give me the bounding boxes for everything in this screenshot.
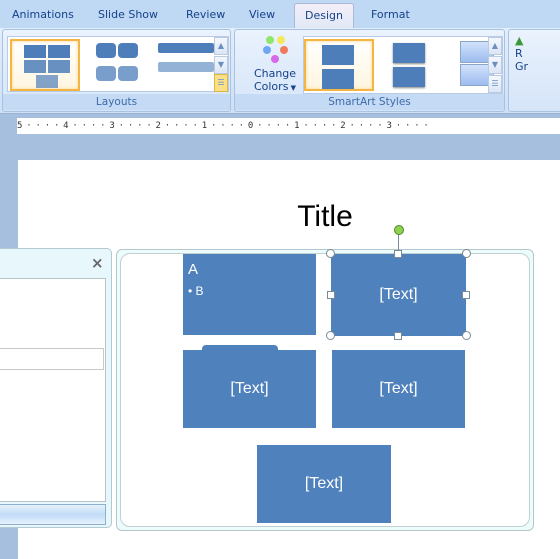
text-entry-field[interactable]: [0, 348, 104, 370]
resize-handle-t[interactable]: [394, 250, 402, 258]
style-thumb-2[interactable]: [380, 39, 450, 91]
styles-more-button[interactable]: ☰: [488, 75, 502, 93]
tab-format[interactable]: Format: [371, 8, 410, 21]
horizontal-ruler: 5 · · · · 4 · · · · 3 · · · · 2 · · · · …: [17, 118, 560, 134]
resize-handle-b[interactable]: [394, 332, 402, 340]
smartart-styles-group: Change Colors ▼ ▲ ▼ ☰ SmartArt Styles: [234, 29, 505, 112]
ribbon-tabs: Animations Slide Show Review View Design…: [0, 0, 560, 29]
tab-animations[interactable]: Animations: [12, 8, 74, 21]
resize-handle-tl[interactable]: [326, 249, 335, 258]
reset-icon: ▲: [515, 34, 524, 47]
layout-thumb-1[interactable]: [10, 39, 80, 91]
smartart-styles-label: SmartArt Styles: [235, 94, 504, 110]
dropdown-arrow-icon: ▼: [288, 84, 297, 92]
shape-1[interactable]: A • B: [183, 254, 316, 335]
tab-slide-show[interactable]: Slide Show: [98, 8, 158, 21]
text-pane: ×: [0, 248, 112, 528]
resize-handle-r[interactable]: [462, 291, 470, 299]
resize-handle-tr[interactable]: [462, 249, 471, 258]
layouts-gallery[interactable]: ▲ ▼ ☰: [7, 36, 229, 92]
tab-review[interactable]: Review: [186, 8, 225, 21]
style-thumb-1[interactable]: [304, 39, 374, 91]
more-button[interactable]: ☰: [214, 74, 228, 92]
shape-4[interactable]: [Text]: [332, 350, 465, 428]
reset-group: ▲ R Gr: [508, 29, 560, 112]
scroll-up-button[interactable]: ▲: [214, 37, 228, 55]
reset-line2: Gr: [515, 60, 529, 73]
change-colors-button[interactable]: Change Colors ▼: [251, 34, 299, 96]
shape-2-selected[interactable]: [Text]: [331, 254, 466, 336]
shape-1-heading: A: [188, 261, 199, 278]
shape-3[interactable]: [Text]: [183, 350, 316, 428]
change-colors-line1: Change: [253, 67, 297, 80]
scroll-down-button[interactable]: ▼: [214, 56, 228, 74]
reset-graphic-button[interactable]: ▲ R Gr: [515, 34, 528, 73]
layout-thumb-2[interactable]: [84, 39, 154, 91]
tab-design[interactable]: Design: [294, 3, 354, 29]
resize-handle-l[interactable]: [327, 291, 335, 299]
ribbon: ▲ ▼ ☰ Layouts Change Colors ▼ ▲ ▼ ☰ Smar…: [0, 28, 560, 114]
styles-scroll-down[interactable]: ▼: [488, 56, 502, 74]
text-pane-footer[interactable]: [0, 504, 106, 525]
shape-5[interactable]: [Text]: [257, 445, 391, 523]
text-pane-list[interactable]: [0, 278, 106, 502]
styles-scroll-up[interactable]: ▲: [488, 37, 502, 55]
tab-view[interactable]: View: [249, 8, 275, 21]
shape-1-bullet: B: [195, 284, 204, 298]
layouts-label: Layouts: [3, 94, 230, 110]
close-icon[interactable]: ×: [91, 254, 104, 272]
resize-handle-bl[interactable]: [326, 331, 335, 340]
slide-title[interactable]: Title: [260, 200, 390, 234]
color-circles-icon: [263, 36, 288, 63]
styles-gallery[interactable]: ▲ ▼ ☰: [303, 36, 503, 94]
reset-line1: R: [515, 47, 523, 60]
resize-handle-br[interactable]: [462, 331, 471, 340]
layouts-group: ▲ ▼ ☰ Layouts: [2, 29, 231, 112]
rotation-handle[interactable]: [394, 225, 404, 235]
change-colors-line2: Colors: [253, 80, 289, 93]
